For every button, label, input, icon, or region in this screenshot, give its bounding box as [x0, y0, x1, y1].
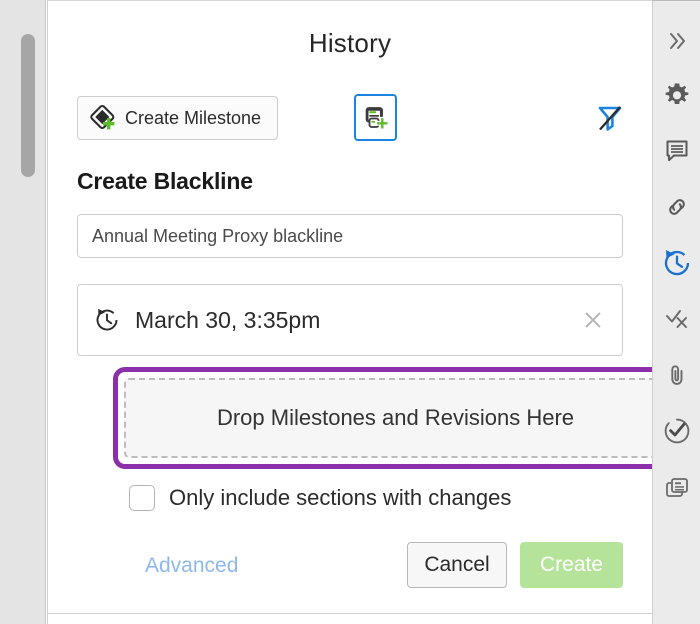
create-milestone-button[interactable]: Create Milestone — [77, 96, 278, 140]
dialog-footer: Advanced Cancel Create — [77, 542, 623, 590]
revision-label: March 30, 3:35pm — [135, 307, 580, 334]
check-circle-icon — [662, 416, 692, 446]
dropzone[interactable]: Drop Milestones and Revisions Here — [124, 378, 667, 458]
gear-icon — [663, 82, 691, 110]
cancel-button[interactable]: Cancel — [407, 542, 507, 588]
sidebar-item-settings[interactable] — [653, 76, 700, 116]
blackline-name-input[interactable] — [77, 214, 623, 258]
history-panel: History — [47, 0, 652, 624]
paperclip-icon — [663, 361, 691, 389]
history-clock-icon — [662, 248, 692, 278]
sidebar-item-links[interactable] — [653, 187, 700, 227]
link-icon — [663, 193, 691, 221]
app-window: History — [0, 0, 700, 624]
only-changed-sections-label: Only include sections with changes — [169, 485, 511, 511]
advanced-link[interactable]: Advanced — [145, 554, 238, 578]
right-sidebar — [652, 0, 700, 624]
page-title: History — [48, 28, 652, 59]
blackline-add-icon — [362, 104, 390, 132]
create-milestone-label: Create Milestone — [125, 108, 261, 129]
selected-revision-row[interactable]: March 30, 3:35pm — [77, 284, 623, 356]
section-heading: Create Blackline — [77, 168, 253, 195]
sidebar-item-history[interactable] — [653, 243, 700, 283]
check-x-icon — [663, 305, 691, 333]
milestone-add-icon — [90, 105, 116, 131]
chevrons-right-icon — [664, 28, 690, 54]
documents-icon — [663, 473, 691, 501]
history-toolbar: Create Milestone — [77, 96, 632, 144]
sidebar-item-approvals[interactable] — [653, 411, 700, 451]
sidebar-item-comments[interactable] — [653, 131, 700, 171]
close-icon[interactable] — [580, 307, 606, 333]
only-changed-sections-checkbox[interactable] — [129, 485, 155, 511]
dropzone-label: Drop Milestones and Revisions Here — [217, 405, 574, 431]
document-scrollbar[interactable] — [0, 0, 46, 624]
history-clock-icon — [92, 305, 122, 335]
only-changed-sections-row[interactable]: Only include sections with changes — [129, 485, 511, 511]
sidebar-item-compare[interactable] — [653, 467, 700, 507]
create-button[interactable]: Create — [520, 542, 623, 588]
sidebar-item-review[interactable] — [653, 299, 700, 339]
clear-filter-button[interactable] — [588, 95, 632, 141]
comment-icon — [663, 137, 691, 165]
footer-divider — [48, 613, 653, 614]
create-blackline-button[interactable] — [354, 94, 397, 141]
sidebar-item-attachments[interactable] — [653, 355, 700, 395]
scrollbar-thumb[interactable] — [21, 34, 35, 177]
sidebar-item-expand[interactable] — [653, 21, 700, 61]
filter-clear-icon — [593, 101, 627, 135]
